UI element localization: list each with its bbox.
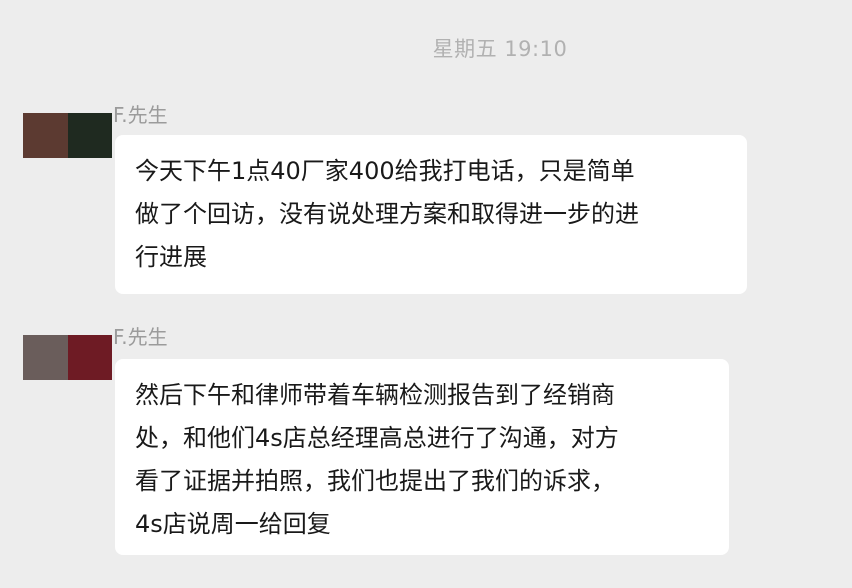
sender-name: F.先生 (113, 103, 168, 127)
message-bubble[interactable]: 今天下午1点40厂家400给我打电话，只是简单 做了个回访，没有说处理方案和取得… (115, 135, 747, 294)
avatar-left-half (23, 335, 68, 380)
message-bubble[interactable]: 然后下午和律师带着车辆检测报告到了经销商 处，和他们4s店总经理高总进行了沟通，… (115, 359, 729, 555)
avatar-left-half (23, 113, 68, 158)
sender-name: F.先生 (113, 325, 168, 349)
avatar[interactable] (23, 113, 112, 158)
chat-timestamp: 星期五 19:10 (432, 37, 568, 61)
avatar-right-half (67, 113, 112, 158)
avatar-right-half (67, 335, 112, 380)
avatar[interactable] (23, 335, 112, 380)
